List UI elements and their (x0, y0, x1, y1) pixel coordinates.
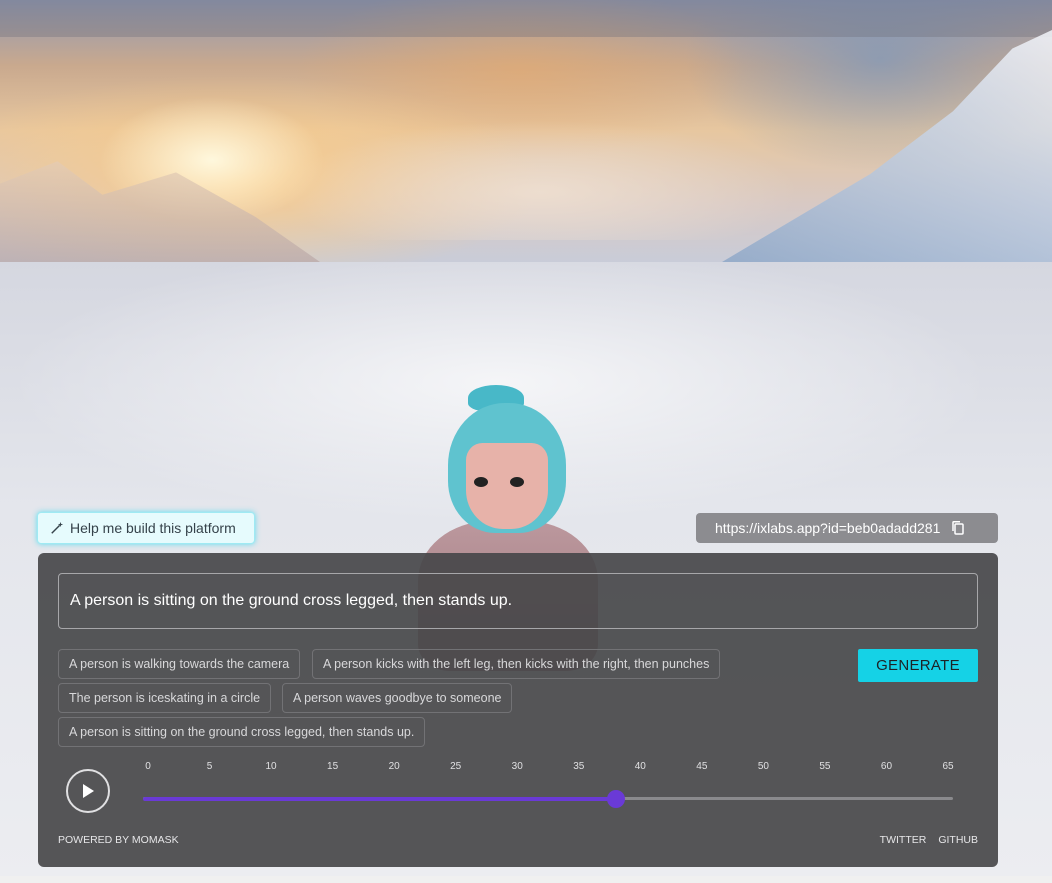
suggestion-chip[interactable]: A person is walking towards the camera (58, 649, 301, 679)
suggestion-chip[interactable]: A person waves goodbye to someone (282, 683, 513, 713)
timeline-ticks: 0 5 10 15 20 25 30 35 40 45 50 55 60 65 (143, 761, 953, 775)
avatar-eye-right (510, 477, 524, 487)
timeline-tick-label: 5 (206, 761, 213, 772)
copy-icon[interactable] (950, 520, 966, 536)
timeline-tick-label: 35 (573, 761, 585, 772)
help-button-label: Help me build this platform (70, 520, 236, 536)
clouds (280, 120, 800, 240)
timeline-tick-label: 20 (388, 761, 400, 772)
control-panel: A person is walking towards the camera A… (38, 553, 998, 867)
magic-wand-icon (51, 521, 64, 534)
top-bar-overlay (0, 0, 1052, 37)
timeline-tick-label: 40 (634, 761, 646, 772)
suggestion-chip[interactable]: The person is iceskating in a circle (58, 683, 272, 713)
twitter-link[interactable]: TWITTER (880, 834, 927, 846)
timeline-tick-label: 45 (696, 761, 708, 772)
timeline-thumb[interactable] (606, 790, 625, 808)
play-icon (83, 784, 94, 798)
timeline-tick-label: 25 (450, 761, 462, 772)
timeline-tick-label: 15 (327, 761, 339, 772)
footer-links: TWITTER GITHUB (880, 834, 978, 846)
suggestion-chip[interactable]: A person kicks with the left leg, then k… (312, 649, 721, 679)
powered-by-label: POWERED BY MOMASK (58, 834, 179, 846)
share-url-box[interactable]: https://ixlabs.app?id=beb0adadd281 (696, 513, 998, 543)
bottom-strip (0, 876, 1052, 883)
prompt-input[interactable] (58, 573, 978, 629)
generate-button[interactable]: GENERATE (858, 649, 978, 682)
suggestion-chip[interactable]: A person is sitting on the ground cross … (58, 717, 426, 747)
timeline-tick-label: 30 (511, 761, 523, 772)
timeline-tick-label: 50 (757, 761, 769, 772)
play-button[interactable] (66, 769, 110, 813)
timeline-tick-label: 10 (265, 761, 277, 772)
avatar-eye-left (474, 477, 488, 487)
share-url-text: https://ixlabs.app?id=beb0adadd281 (715, 520, 941, 536)
timeline-tick-label: 0 (145, 761, 151, 772)
github-link[interactable]: GITHUB (938, 834, 978, 846)
timeline-tick-label: 65 (942, 761, 954, 772)
timeline-tick-label: 55 (819, 761, 831, 772)
timeline-progress (143, 797, 616, 801)
help-build-platform-button[interactable]: Help me build this platform (37, 512, 255, 544)
timeline-tick-label: 60 (880, 761, 893, 772)
